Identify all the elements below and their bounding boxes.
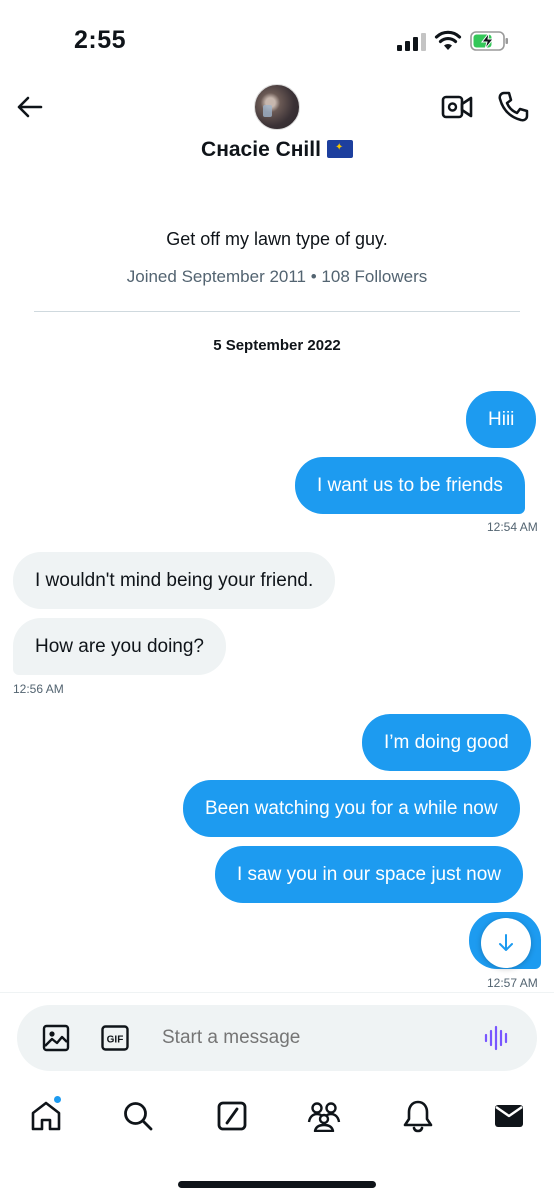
avatar[interactable] <box>254 84 300 130</box>
profile-bio: Get off my lawn type of guy. <box>166 229 388 249</box>
message-bubble-sent[interactable]: Been watching you for a while now <box>183 780 520 837</box>
message-timestamp: 12:57 AM <box>487 976 538 990</box>
message-timestamp: 12:54 AM <box>487 520 538 534</box>
status-time: 2:55 <box>74 26 127 54</box>
cellular-signal-icon <box>397 33 426 51</box>
notification-dot <box>53 1095 62 1104</box>
eu-flag-icon <box>326 140 353 158</box>
arrow-left-icon <box>17 96 43 118</box>
composer-divider <box>0 992 554 993</box>
battery-charging-icon <box>470 31 508 51</box>
home-icon <box>31 1101 61 1131</box>
date-separator: 5 September 2022 <box>213 337 341 354</box>
image-icon[interactable] <box>42 1024 70 1052</box>
arrow-down-icon <box>499 934 513 951</box>
gif-label: GIF <box>107 1035 124 1046</box>
message-input[interactable] <box>162 1005 462 1071</box>
grok-icon <box>217 1101 247 1131</box>
video-call-icon[interactable] <box>441 92 473 122</box>
back-button[interactable] <box>12 90 46 124</box>
message-timestamp: 12:56 AM <box>13 682 64 696</box>
message-bubble-sent[interactable]: I’m doing good <box>362 714 531 771</box>
gif-button[interactable]: GIF <box>101 1025 129 1051</box>
message-bubble-received[interactable]: How are you doing? <box>13 618 226 675</box>
tab-grok[interactable] <box>214 1098 250 1134</box>
wifi-icon <box>434 30 462 50</box>
tab-notifications[interactable] <box>400 1098 436 1134</box>
phone-call-icon[interactable] <box>496 90 530 124</box>
notifications-icon <box>403 1100 433 1133</box>
divider <box>34 311 520 312</box>
tab-search[interactable] <box>120 1098 156 1134</box>
home-indicator <box>178 1181 376 1188</box>
communities-icon <box>307 1102 341 1132</box>
contact-name[interactable]: Cнacie Cнill <box>0 138 554 162</box>
tab-communities[interactable] <box>306 1098 342 1134</box>
messages-icon <box>495 1105 523 1127</box>
profile-joined-followers[interactable]: Joined September 2011 • 108 Followers <box>0 267 554 287</box>
message-bubble-received[interactable]: I wouldn't mind being your friend. <box>13 552 336 609</box>
search-icon <box>124 1102 153 1131</box>
message-bubble-sent[interactable]: I want us to be friends <box>295 457 525 514</box>
gif-icon: GIF <box>101 1025 129 1051</box>
voice-message-icon[interactable] <box>483 1024 511 1052</box>
message-bubble-sent[interactable]: Hiii <box>466 391 537 448</box>
tab-messages[interactable] <box>491 1098 527 1134</box>
contact-name-text: Cнacie Cнill <box>201 138 321 161</box>
scroll-to-bottom-button[interactable] <box>481 918 531 968</box>
status-bar: 2:55 <box>0 0 554 80</box>
conversation-header: Cнacie Cнill <box>0 80 554 180</box>
message-bubble-sent[interactable]: I saw you in our space just now <box>215 846 524 903</box>
message-composer: GIF <box>17 1005 537 1071</box>
